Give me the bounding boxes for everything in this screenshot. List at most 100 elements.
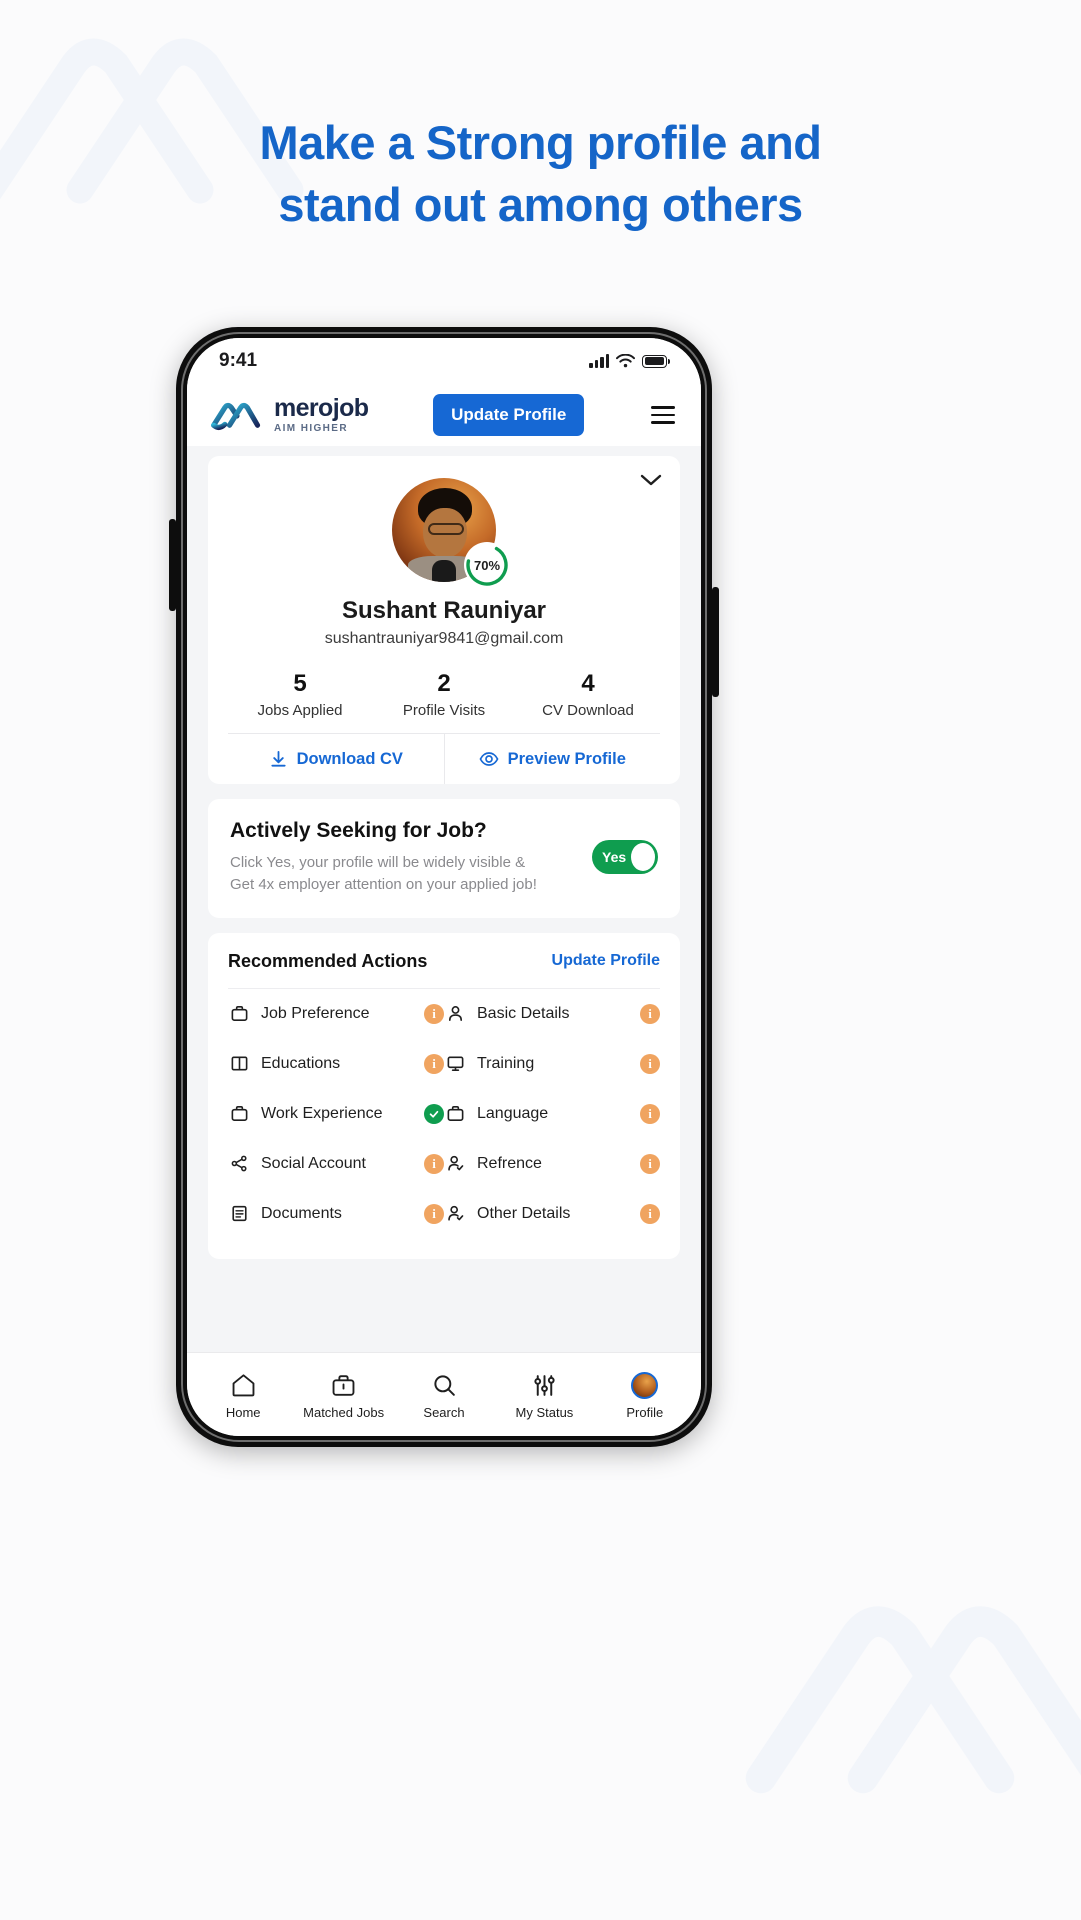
status-bar: 9:41 (187, 338, 701, 384)
rec-item-basic-details[interactable]: Basic Details i (444, 989, 660, 1039)
rec-item-documents[interactable]: Documents i (228, 1189, 444, 1239)
download-icon (271, 750, 286, 767)
rec-item-educations[interactable]: Educations i (228, 1039, 444, 1089)
nav-item-search[interactable]: Search (394, 1362, 494, 1420)
status-badge-info: i (640, 1203, 660, 1224)
rec-item-label: Other Details (477, 1204, 571, 1222)
profile-card: 70% Sushant Rauniyar sushantrauniyar9841… (208, 456, 680, 784)
bottom-navigation: Home Matched Jobs Search My Status Profi… (187, 1352, 701, 1436)
eye-icon (479, 752, 499, 766)
avatar-row: 70% (228, 478, 660, 588)
rec-item-work-experience[interactable]: Work Experience (228, 1089, 444, 1139)
nav-item-profile[interactable]: Profile (595, 1362, 695, 1420)
rec-item-label: Training (477, 1054, 535, 1072)
stat-value: 4 (581, 670, 595, 697)
sliders-icon (534, 1374, 555, 1396)
rec-item-label: Refrence (477, 1154, 542, 1172)
rec-item-label: Language (477, 1104, 549, 1122)
stat-label: Profile Visits (402, 702, 486, 719)
nav-item-home[interactable]: Home (193, 1362, 293, 1420)
book-open-icon (228, 1054, 250, 1073)
rec-item-training[interactable]: Training i (444, 1039, 660, 1089)
avatar-icon (631, 1371, 659, 1399)
rec-item-label: Job Preference (261, 1004, 370, 1022)
rec-item-label: Documents (261, 1204, 342, 1222)
status-badge-info: i (640, 1053, 660, 1074)
nav-label: My Status (515, 1404, 574, 1420)
battery-full-icon (642, 354, 671, 368)
rec-item-social-account[interactable]: Social Account i (228, 1139, 444, 1189)
actively-seeking-card: Actively Seeking for Job? Click Yes, you… (208, 799, 680, 918)
share-icon (228, 1154, 250, 1173)
person-icon (444, 1004, 466, 1023)
status-badge-info: i (640, 1153, 660, 1174)
nav-label: Profile (626, 1404, 664, 1420)
stat-cv-download[interactable]: 4 CV Download (516, 670, 660, 719)
status-badge-info: i (424, 1203, 444, 1224)
search-icon (433, 1374, 455, 1396)
toggle-knob (631, 843, 655, 872)
profile-card-actions: Download CV Preview Profile (228, 733, 660, 784)
briefcase-icon (228, 1104, 250, 1123)
promo-line-2: stand out among others (278, 178, 803, 232)
rec-item-language[interactable]: Language i (444, 1089, 660, 1139)
rec-item-label: Work Experience (261, 1104, 383, 1122)
seeking-subtitle-line1: Click Yes, your profile will be widely v… (230, 854, 526, 871)
phone-mockup: 9:41 merojob AIM HIGHER Update Profile 7… (169, 327, 719, 1447)
download-cv-label: Download CV (296, 749, 403, 768)
stat-value: 5 (293, 670, 307, 697)
phone-volume-button (169, 519, 176, 611)
nav-label: Home (225, 1404, 261, 1420)
stat-jobs-applied[interactable]: 5 Jobs Applied (228, 670, 372, 719)
nav-label: Matched Jobs (303, 1404, 385, 1420)
avatar-holder[interactable]: 70% (392, 478, 510, 588)
status-badge-info: i (424, 1153, 444, 1174)
cellular-bars-icon (589, 353, 609, 368)
promo-line-1: Make a Strong profile and (259, 116, 822, 169)
download-cv-button[interactable]: Download CV (228, 734, 444, 784)
profile-name: Sushant Rauniyar (341, 597, 547, 624)
promo-headline: Make a Strong profile and stand out amon… (0, 112, 1081, 236)
person-check-icon (444, 1204, 466, 1223)
rec-item-other-details[interactable]: Other Details i (444, 1189, 660, 1239)
home-icon (232, 1373, 255, 1396)
logo-tagline: AIM HIGHER (274, 423, 348, 434)
recommended-actions-card: Recommended Actions Update Profile Job P… (208, 932, 680, 1259)
rec-item-label: Educations (261, 1054, 341, 1072)
recommended-grid: Job Preference i Basic Details i Educati… (228, 989, 660, 1239)
update-profile-button[interactable]: Update Profile (433, 394, 585, 436)
seeking-subtitle-line2: Get 4x employer attention on your applie… (230, 875, 537, 893)
status-time: 9:41 (219, 350, 258, 371)
background-decoration (721, 1540, 1081, 1880)
status-badge-info: i (424, 1053, 444, 1074)
completion-percent: 70% (473, 557, 501, 573)
app-content: 70% Sushant Rauniyar sushantrauniyar9841… (187, 446, 701, 1352)
recommended-header: Recommended Actions Update Profile (228, 951, 660, 989)
recommended-update-profile-link[interactable]: Update Profile (552, 952, 660, 970)
rec-item-refrence[interactable]: Refrence i (444, 1139, 660, 1189)
status-icons (589, 353, 671, 368)
nav-item-my-status[interactable]: My Status (494, 1362, 594, 1420)
status-badge-complete (424, 1103, 444, 1124)
rec-item-job-preference[interactable]: Job Preference i (228, 989, 444, 1039)
nav-item-matched-jobs[interactable]: Matched Jobs (293, 1362, 393, 1420)
recommended-title: Recommended Actions (228, 950, 428, 971)
preview-profile-button[interactable]: Preview Profile (443, 734, 661, 784)
wifi-icon (616, 354, 635, 368)
stat-profile-visits[interactable]: 2 Profile Visits (372, 670, 516, 719)
profile-completion-badge: 70% (464, 542, 510, 588)
monitor-icon (444, 1054, 466, 1073)
stat-label: Jobs Applied (257, 702, 343, 719)
toggle-label: Yes (602, 849, 627, 866)
briefcase-icon (444, 1104, 466, 1123)
actively-seeking-toggle[interactable]: Yes (592, 840, 658, 875)
chevron-down-icon[interactable] (640, 474, 662, 487)
briefcase-icon (228, 1004, 250, 1023)
briefcase-icon (332, 1374, 355, 1396)
hamburger-menu-icon[interactable] (649, 402, 677, 427)
phone-screen: 9:41 merojob AIM HIGHER Update Profile 7… (187, 338, 701, 1436)
merojob-logo-icon (211, 402, 261, 430)
phone-power-button (712, 587, 719, 697)
merojob-logo[interactable]: merojob AIM HIGHER (209, 396, 369, 434)
profile-email: sushantrauniyar9841@gmail.com (324, 630, 564, 647)
